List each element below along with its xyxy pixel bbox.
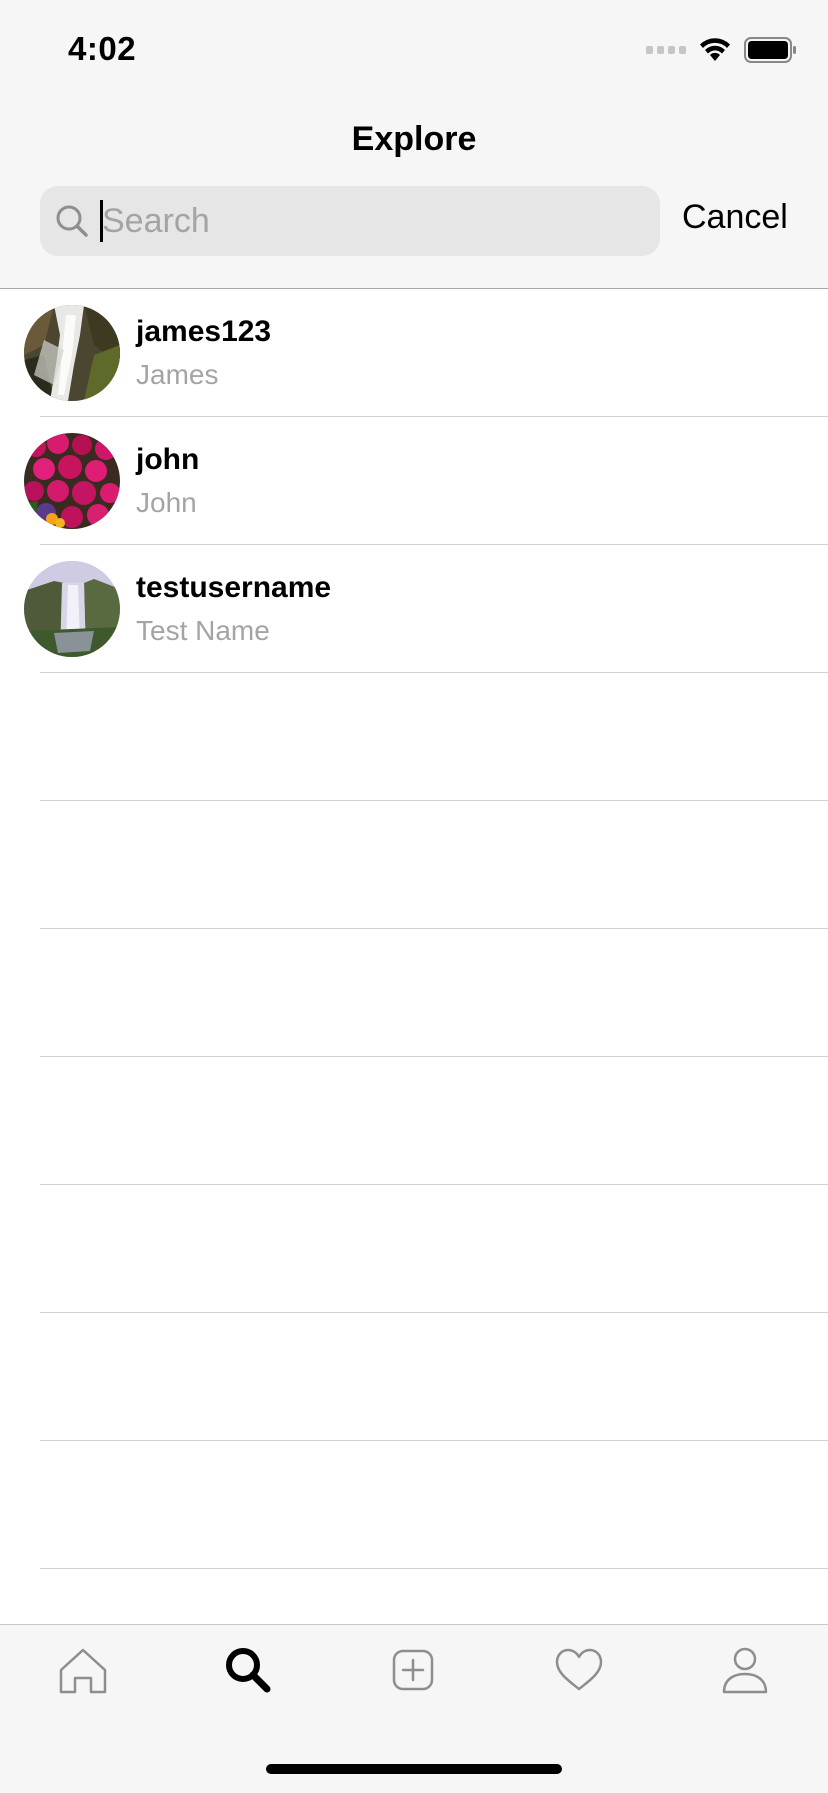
cellular-signal-icon	[646, 46, 686, 54]
empty-row	[0, 1185, 828, 1313]
search-icon	[56, 205, 88, 237]
wifi-icon	[700, 38, 730, 61]
search-field[interactable]	[40, 186, 660, 256]
results-list: james123 James john John testusername Te…	[0, 289, 828, 1569]
avatar	[24, 433, 120, 529]
tab-activity[interactable]	[549, 1640, 609, 1700]
avatar	[24, 305, 120, 401]
display-name: John	[136, 487, 197, 518]
status-time: 4:02	[68, 30, 137, 67]
status-icons	[646, 36, 798, 64]
list-item[interactable]: john John	[0, 417, 828, 545]
waterfall-cliff-avatar-image	[24, 561, 120, 657]
tab-search[interactable]	[218, 1640, 278, 1700]
username: james123	[136, 315, 272, 348]
empty-row	[0, 1441, 828, 1569]
empty-row	[0, 1057, 828, 1185]
search-input[interactable]	[98, 186, 642, 256]
cancel-button[interactable]: Cancel	[682, 198, 788, 237]
tab-profile[interactable]	[715, 1640, 775, 1700]
add-post-icon	[392, 1649, 434, 1691]
empty-row	[0, 801, 828, 929]
list-item[interactable]: james123 James	[0, 289, 828, 417]
display-name: James	[136, 359, 219, 390]
empty-row	[0, 929, 828, 1057]
tab-add-post[interactable]	[383, 1640, 443, 1700]
divider	[40, 1568, 828, 1569]
username: john	[136, 443, 200, 476]
list-item[interactable]: testusername Test Name	[0, 545, 828, 673]
empty-row	[0, 1313, 828, 1441]
text-cursor	[100, 200, 103, 242]
home-icon	[59, 1648, 107, 1694]
heart-icon	[555, 1648, 603, 1691]
avatar	[24, 561, 120, 657]
profile-icon	[722, 1647, 768, 1694]
search-icon	[226, 1648, 271, 1693]
flowers-avatar-image	[24, 433, 120, 529]
page-title: Explore	[351, 120, 477, 158]
username: testusername	[136, 571, 332, 604]
tab-home[interactable]	[53, 1640, 113, 1700]
display-name: Test Name	[136, 615, 270, 646]
waterfall-avatar-image	[24, 305, 120, 401]
home-indicator	[266, 1764, 562, 1774]
status-bar: 4:02	[0, 0, 828, 100]
battery-icon	[744, 37, 796, 63]
navigation-bar: Explore Cancel	[0, 100, 828, 289]
empty-row	[0, 673, 828, 801]
